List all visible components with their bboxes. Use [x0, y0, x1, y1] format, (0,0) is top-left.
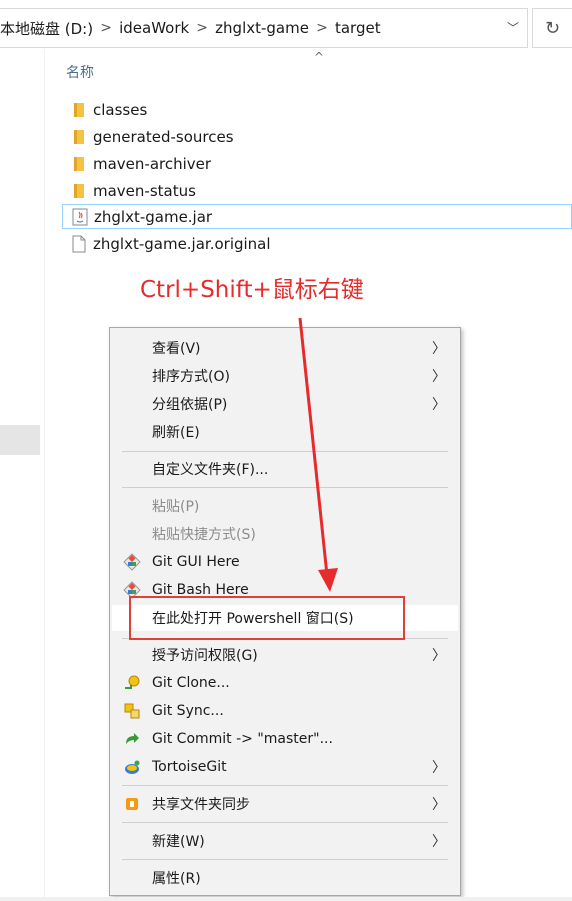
menu-item-git-gui[interactable]: Git GUI Here — [112, 549, 458, 575]
address-bar[interactable]: 本地磁盘 (D:) > ideaWork > zhglxt-game > tar… — [0, 8, 528, 48]
refresh-button[interactable]: ↻ — [532, 8, 572, 48]
menu-item-share-sync[interactable]: 共享文件夹同步 〉 — [112, 791, 458, 817]
bottom-edge — [0, 897, 572, 901]
share-sync-icon — [122, 794, 142, 814]
chevron-right-icon: 〉 — [432, 760, 446, 776]
menu-separator — [122, 822, 448, 823]
chevron-right-icon: 〉 — [432, 834, 446, 850]
breadcrumb-separator[interactable]: > — [309, 20, 335, 36]
tortoise-commit-icon — [122, 729, 142, 749]
list-item[interactable]: generated-sources — [62, 124, 234, 149]
file-name: maven-status — [93, 181, 196, 200]
menu-item-properties[interactable]: 属性(R) — [112, 865, 458, 891]
menu-item-new[interactable]: 新建(W) 〉 — [112, 828, 458, 854]
menu-item-give-access[interactable]: 授予访问权限(G) 〉 — [112, 642, 458, 668]
list-item[interactable]: zhglxt-game.jar.original — [62, 231, 271, 256]
pane-divider — [44, 50, 45, 901]
column-header-name[interactable]: 名称 — [66, 62, 94, 82]
menu-item-label: 粘贴(P) — [152, 499, 200, 515]
menu-item-sort-by[interactable]: 排序方式(O) 〉 — [112, 363, 458, 389]
menu-separator — [122, 451, 448, 452]
menu-item-git-sync[interactable]: Git Sync... — [112, 698, 458, 724]
list-item[interactable]: maven-status — [62, 178, 196, 203]
chevron-down-icon[interactable]: ﹀ — [507, 19, 519, 36]
refresh-icon: ↻ — [544, 17, 561, 39]
menu-separator — [122, 859, 448, 860]
chevron-right-icon: 〉 — [432, 797, 446, 813]
chevron-right-icon: 〉 — [432, 397, 446, 413]
menu-item-git-commit[interactable]: Git Commit -> "master"... — [112, 726, 458, 752]
menu-item-label: Git Clone... — [152, 675, 230, 691]
menu-item-label: TortoiseGit — [152, 759, 227, 775]
menu-item-label: Git Commit -> "master"... — [152, 731, 333, 747]
nav-pane-selected-item[interactable] — [0, 425, 40, 455]
tortoise-sync-icon — [122, 701, 142, 721]
menu-item-view[interactable]: 查看(V) 〉 — [112, 335, 458, 361]
file-name: zhglxt-game.jar.original — [93, 234, 271, 253]
chevron-right-icon: 〉 — [432, 648, 446, 664]
menu-item-label: 排序方式(O) — [152, 369, 230, 385]
file-name: maven-archiver — [93, 154, 212, 173]
folder-icon — [69, 101, 89, 119]
menu-item-label: 自定义文件夹(F)... — [152, 462, 269, 478]
menu-separator — [122, 487, 448, 488]
breadcrumb-separator[interactable]: > — [93, 20, 119, 36]
menu-item-paste-shortcut[interactable]: 粘贴快捷方式(S) — [112, 521, 458, 547]
folder-icon — [69, 155, 89, 173]
annotation-label: Ctrl+Shift+鼠标右键 — [140, 277, 364, 303]
breadcrumb-separator[interactable]: > — [189, 20, 215, 36]
breadcrumb-drive[interactable]: 本地磁盘 (D:) — [0, 18, 93, 39]
menu-item-label: Git Sync... — [152, 703, 224, 719]
menu-item-customize-folder[interactable]: 自定义文件夹(F)... — [112, 456, 458, 482]
file-name: generated-sources — [93, 127, 234, 146]
menu-item-label: 查看(V) — [152, 341, 201, 357]
chevron-right-icon: 〉 — [432, 341, 446, 357]
menu-item-refresh[interactable]: 刷新(E) — [112, 419, 458, 445]
file-name: classes — [93, 100, 148, 119]
menu-separator — [122, 785, 448, 786]
list-item[interactable]: maven-archiver — [62, 151, 211, 176]
file-name: zhglxt-game.jar — [94, 207, 213, 226]
git-diamond-icon — [122, 552, 142, 572]
menu-item-label: 授予访问权限(G) — [152, 648, 258, 664]
sort-ascending-icon: ^ — [314, 50, 325, 64]
file-icon — [69, 235, 89, 253]
menu-item-label: 属性(R) — [152, 871, 201, 887]
java-jar-icon — [70, 208, 90, 226]
tortoisegit-icon — [122, 757, 142, 777]
highlight-box — [129, 596, 405, 640]
menu-item-git-clone[interactable]: Git Clone... — [112, 670, 458, 696]
menu-item-label: 共享文件夹同步 — [152, 797, 250, 813]
chevron-right-icon: 〉 — [432, 369, 446, 385]
breadcrumb-target[interactable]: target — [335, 19, 381, 37]
list-item-selected[interactable]: zhglxt-game.jar — [62, 204, 572, 229]
menu-item-tortoisegit[interactable]: TortoiseGit 〉 — [112, 754, 458, 780]
folder-icon — [69, 182, 89, 200]
menu-item-label: 分组依据(P) — [152, 397, 228, 413]
tortoise-clone-icon — [122, 673, 142, 693]
menu-item-group-by[interactable]: 分组依据(P) 〉 — [112, 391, 458, 417]
menu-item-label: 粘贴快捷方式(S) — [152, 527, 256, 543]
navigation-pane[interactable] — [0, 50, 40, 901]
menu-item-label: 新建(W) — [152, 834, 205, 850]
list-item[interactable]: classes — [62, 97, 147, 122]
menu-item-label: Git GUI Here — [152, 554, 240, 570]
breadcrumb-zhglxt-game[interactable]: zhglxt-game — [215, 19, 309, 37]
menu-item-paste[interactable]: 粘贴(P) — [112, 493, 458, 519]
folder-icon — [69, 128, 89, 146]
breadcrumb-ideawork[interactable]: ideaWork — [119, 19, 189, 37]
menu-item-label: 刷新(E) — [152, 425, 200, 441]
